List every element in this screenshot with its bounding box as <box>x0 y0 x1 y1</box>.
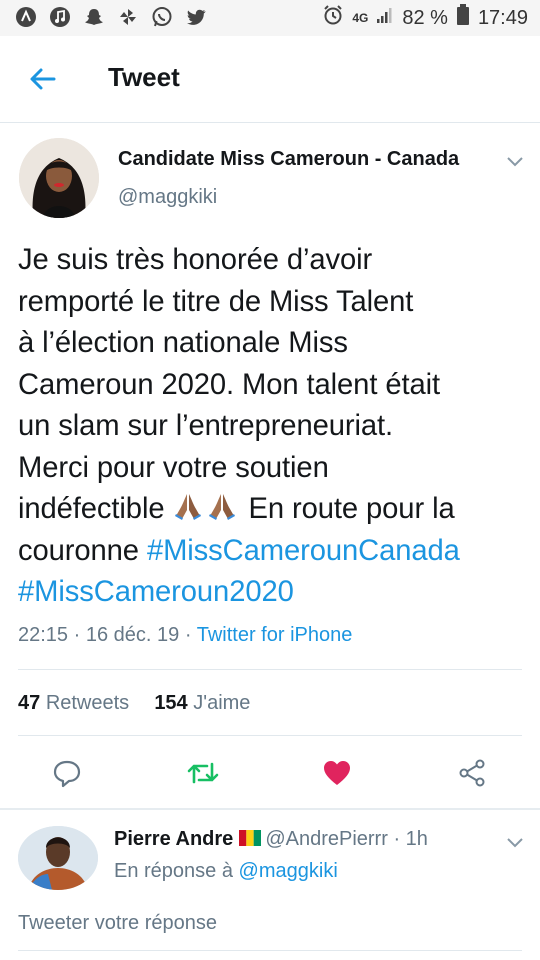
tweet-line: couronne #MissCamerounCanada <box>18 531 528 573</box>
praying-hands-emoji <box>172 493 248 525</box>
likes-label: J'aime <box>193 692 251 714</box>
tweet-source-link[interactable]: Twitter for iPhone <box>197 624 353 646</box>
signal-icon <box>376 6 394 30</box>
reply-author-handle[interactable]: @AndrePierrr <box>265 828 388 850</box>
tweet-stats: 47 Retweets 154 J'aime <box>18 692 250 715</box>
author-name[interactable]: Candidate Miss Cameroun - Canada <box>118 148 459 171</box>
author-handle[interactable]: @maggkiki <box>118 186 217 209</box>
meta-separator: · <box>73 624 81 646</box>
retweets-count: 47 <box>18 692 41 714</box>
reply-context: En réponse à @maggkiki <box>114 860 338 883</box>
tweet-line: remporté le titre de Miss Talent <box>18 285 414 318</box>
tweet-meta: 22:15 · 16 déc. 19 · Twitter for iPhone <box>18 624 352 647</box>
section-separator <box>0 808 540 810</box>
app-header: Tweet <box>0 36 540 123</box>
battery-percent: 82 % <box>402 6 448 29</box>
tweet-line: #MissCameroun2020 <box>18 572 528 614</box>
divider <box>18 735 522 736</box>
clock-time: 17:49 <box>477 6 528 29</box>
pinwheel-icon <box>116 5 140 29</box>
tweet-date: 16 déc. 19 <box>85 624 180 646</box>
status-bar: 4G 82 % 17:49 <box>0 0 540 36</box>
retweets-label: Retweets <box>45 692 130 714</box>
divider <box>18 669 522 670</box>
retweets-stat[interactable]: 47 Retweets <box>18 692 129 714</box>
snapchat-icon <box>82 5 106 29</box>
tweet-text-segment: couronne <box>18 534 139 567</box>
back-arrow-icon[interactable] <box>28 64 58 94</box>
whatsapp-icon <box>150 5 174 29</box>
like-heart-icon[interactable] <box>320 756 354 790</box>
page-title: Tweet <box>108 62 180 92</box>
tweet-text-segment: indéfectible <box>18 493 165 525</box>
app-icon <box>14 5 38 29</box>
chevron-down-icon[interactable] <box>506 155 524 167</box>
likes-stat[interactable]: 154 J'aime <box>154 692 250 714</box>
reply-icon[interactable] <box>50 756 84 790</box>
guinea-flag-icon <box>233 828 265 850</box>
composer-underline <box>18 950 522 951</box>
hashtag-link[interactable]: #MissCameroun2020 <box>18 576 294 608</box>
battery-icon <box>456 4 470 32</box>
status-bar-system: 4G 82 % 17:49 <box>322 4 528 32</box>
status-bar-notification-icons <box>14 5 208 29</box>
reply-composer-input[interactable]: Tweeter votre réponse <box>18 912 217 935</box>
likes-count: 154 <box>154 692 188 714</box>
tweet-line: Je suis très honorée d’avoir <box>18 244 373 276</box>
tweet-line: indéfectible En route pour la <box>18 489 528 531</box>
reply-prefix: En réponse à <box>114 860 233 882</box>
meta-separator: · <box>184 624 192 646</box>
network-indicator: 4G <box>352 11 369 25</box>
hashtag-link[interactable]: #MissCamerounCanada <box>147 535 460 567</box>
alarm-icon <box>322 4 344 32</box>
music-icon <box>48 5 72 29</box>
tweet-line: un slam sur l’entrepreneuriat. <box>18 410 393 442</box>
tweet-line: Merci pour votre soutien <box>18 451 329 484</box>
reply-mention-link[interactable]: @maggkiki <box>239 860 338 882</box>
share-icon[interactable] <box>455 756 489 790</box>
tweet-line: Cameroun 2020. Mon talent était <box>18 368 441 401</box>
chevron-down-icon[interactable] <box>506 836 524 848</box>
tweet-line: à l’élection nationale Miss <box>18 327 348 359</box>
tweet-text-segment: En route pour la <box>248 493 455 525</box>
reply-author-avatar[interactable] <box>18 826 98 890</box>
tweet-time: 22:15 <box>18 624 69 646</box>
twitter-icon <box>184 5 208 29</box>
reply-author-line: Pierre Andre @AndrePierrr · 1h <box>114 828 428 851</box>
tweet-text: Je suis très honorée d’avoir remporté le… <box>18 240 528 614</box>
reply-time: · 1h <box>393 828 428 850</box>
retweet-icon[interactable] <box>186 756 220 790</box>
reply-author-name[interactable]: Pierre Andre <box>114 828 233 850</box>
author-avatar[interactable] <box>19 138 99 218</box>
